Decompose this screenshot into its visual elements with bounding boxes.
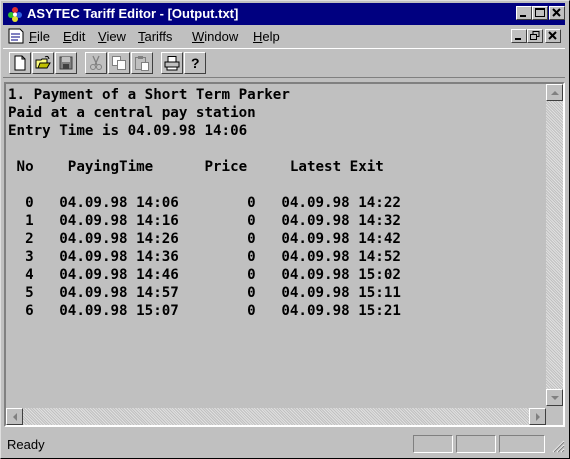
resize-grip-icon[interactable] [551, 439, 565, 453]
doc-line [8, 140, 542, 158]
close-icon [552, 8, 561, 17]
table-header: No PayingTime Price Latest Exit [8, 159, 384, 175]
close-icon [548, 31, 557, 40]
maximize-button[interactable] [532, 6, 548, 20]
cut-button[interactable] [85, 52, 107, 74]
new-button[interactable] [9, 52, 31, 74]
table-row: 4 04.09.98 14:46 0 04.09.98 15:02 [8, 267, 401, 283]
arrow-right-icon [536, 413, 540, 421]
window-title: ASYTEC Tariff Editor - [Output.txt] [27, 6, 239, 21]
status-panel [413, 435, 453, 453]
minimize-icon [515, 38, 521, 40]
maximize-icon [535, 8, 545, 17]
table-row: 0 04.09.98 14:06 0 04.09.98 14:22 [8, 195, 401, 211]
table-row: 6 04.09.98 15:07 0 04.09.98 15:21 [8, 303, 401, 319]
scroll-left-button[interactable] [6, 408, 23, 425]
menu-tariffs[interactable]: Tariffs [138, 29, 172, 44]
doc-line [8, 176, 542, 194]
close-button[interactable] [549, 6, 565, 20]
status-panel [456, 435, 496, 453]
menu-edit[interactable]: Edit [63, 29, 85, 44]
minimize-button[interactable] [516, 6, 532, 20]
paste-icon [135, 56, 149, 71]
scroll-up-button[interactable] [546, 84, 563, 101]
scroll-down-button[interactable] [546, 389, 563, 406]
doc-line: 1. Payment of a Short Term Parker [8, 87, 290, 103]
arrow-up-icon [551, 91, 559, 95]
menu-file[interactable]: File [29, 29, 50, 44]
open-folder-icon [35, 55, 51, 69]
status-bar: Ready [3, 433, 567, 455]
help-button[interactable]: ? [184, 52, 206, 74]
table-row: 2 04.09.98 14:26 0 04.09.98 14:42 [8, 231, 401, 247]
status-panel [499, 435, 545, 453]
new-file-icon [14, 55, 26, 71]
doc-close-button[interactable] [545, 29, 561, 43]
svg-text:?: ? [191, 55, 200, 71]
status-text: Ready [7, 437, 45, 452]
print-icon [164, 56, 180, 71]
open-button[interactable] [32, 52, 54, 74]
table-row: 3 04.09.98 14:36 0 04.09.98 14:52 [8, 249, 401, 265]
copy-button[interactable] [108, 52, 130, 74]
menu-view[interactable]: View [98, 29, 126, 44]
restore-icon [530, 31, 540, 40]
horizontal-scrollbar[interactable] [6, 408, 546, 425]
cut-scissors-icon [90, 55, 102, 70]
title-bar[interactable]: ASYTEC Tariff Editor - [Output.txt] [3, 3, 565, 25]
menu-bar: File Edit View Tariffs Window Help [3, 26, 565, 46]
save-disk-icon [59, 56, 73, 70]
help-icon: ? [191, 55, 200, 71]
document-icon[interactable] [7, 28, 25, 44]
app-window: ASYTEC Tariff Editor - [Output.txt] File… [0, 0, 570, 459]
table-row: 1 04.09.98 14:16 0 04.09.98 14:32 [8, 213, 401, 229]
minimize-icon [520, 15, 526, 17]
scroll-right-button[interactable] [529, 408, 546, 425]
doc-restore-button[interactable] [527, 29, 543, 43]
arrow-down-icon [551, 396, 559, 400]
copy-icon [112, 56, 126, 70]
document-editor[interactable]: 1. Payment of a Short Term Parker Paid a… [4, 82, 565, 427]
doc-line: Paid at a central pay station [8, 105, 256, 121]
menu-help[interactable]: Help [253, 29, 280, 44]
print-button[interactable] [161, 52, 183, 74]
doc-minimize-button[interactable] [511, 29, 527, 43]
document-text[interactable]: 1. Payment of a Short Term Parker Paid a… [8, 86, 542, 401]
save-button[interactable] [55, 52, 77, 74]
paste-button[interactable] [131, 52, 153, 74]
app-flower-icon[interactable] [7, 6, 23, 22]
table-row: 5 04.09.98 14:57 0 04.09.98 15:11 [8, 285, 401, 301]
toolbar: ? [3, 48, 565, 78]
arrow-left-icon [13, 413, 17, 421]
vertical-scrollbar[interactable] [546, 84, 563, 406]
doc-line: Entry Time is 04.09.98 14:06 [8, 123, 248, 139]
menu-window[interactable]: Window [192, 29, 238, 44]
scrollbar-corner [546, 408, 563, 425]
